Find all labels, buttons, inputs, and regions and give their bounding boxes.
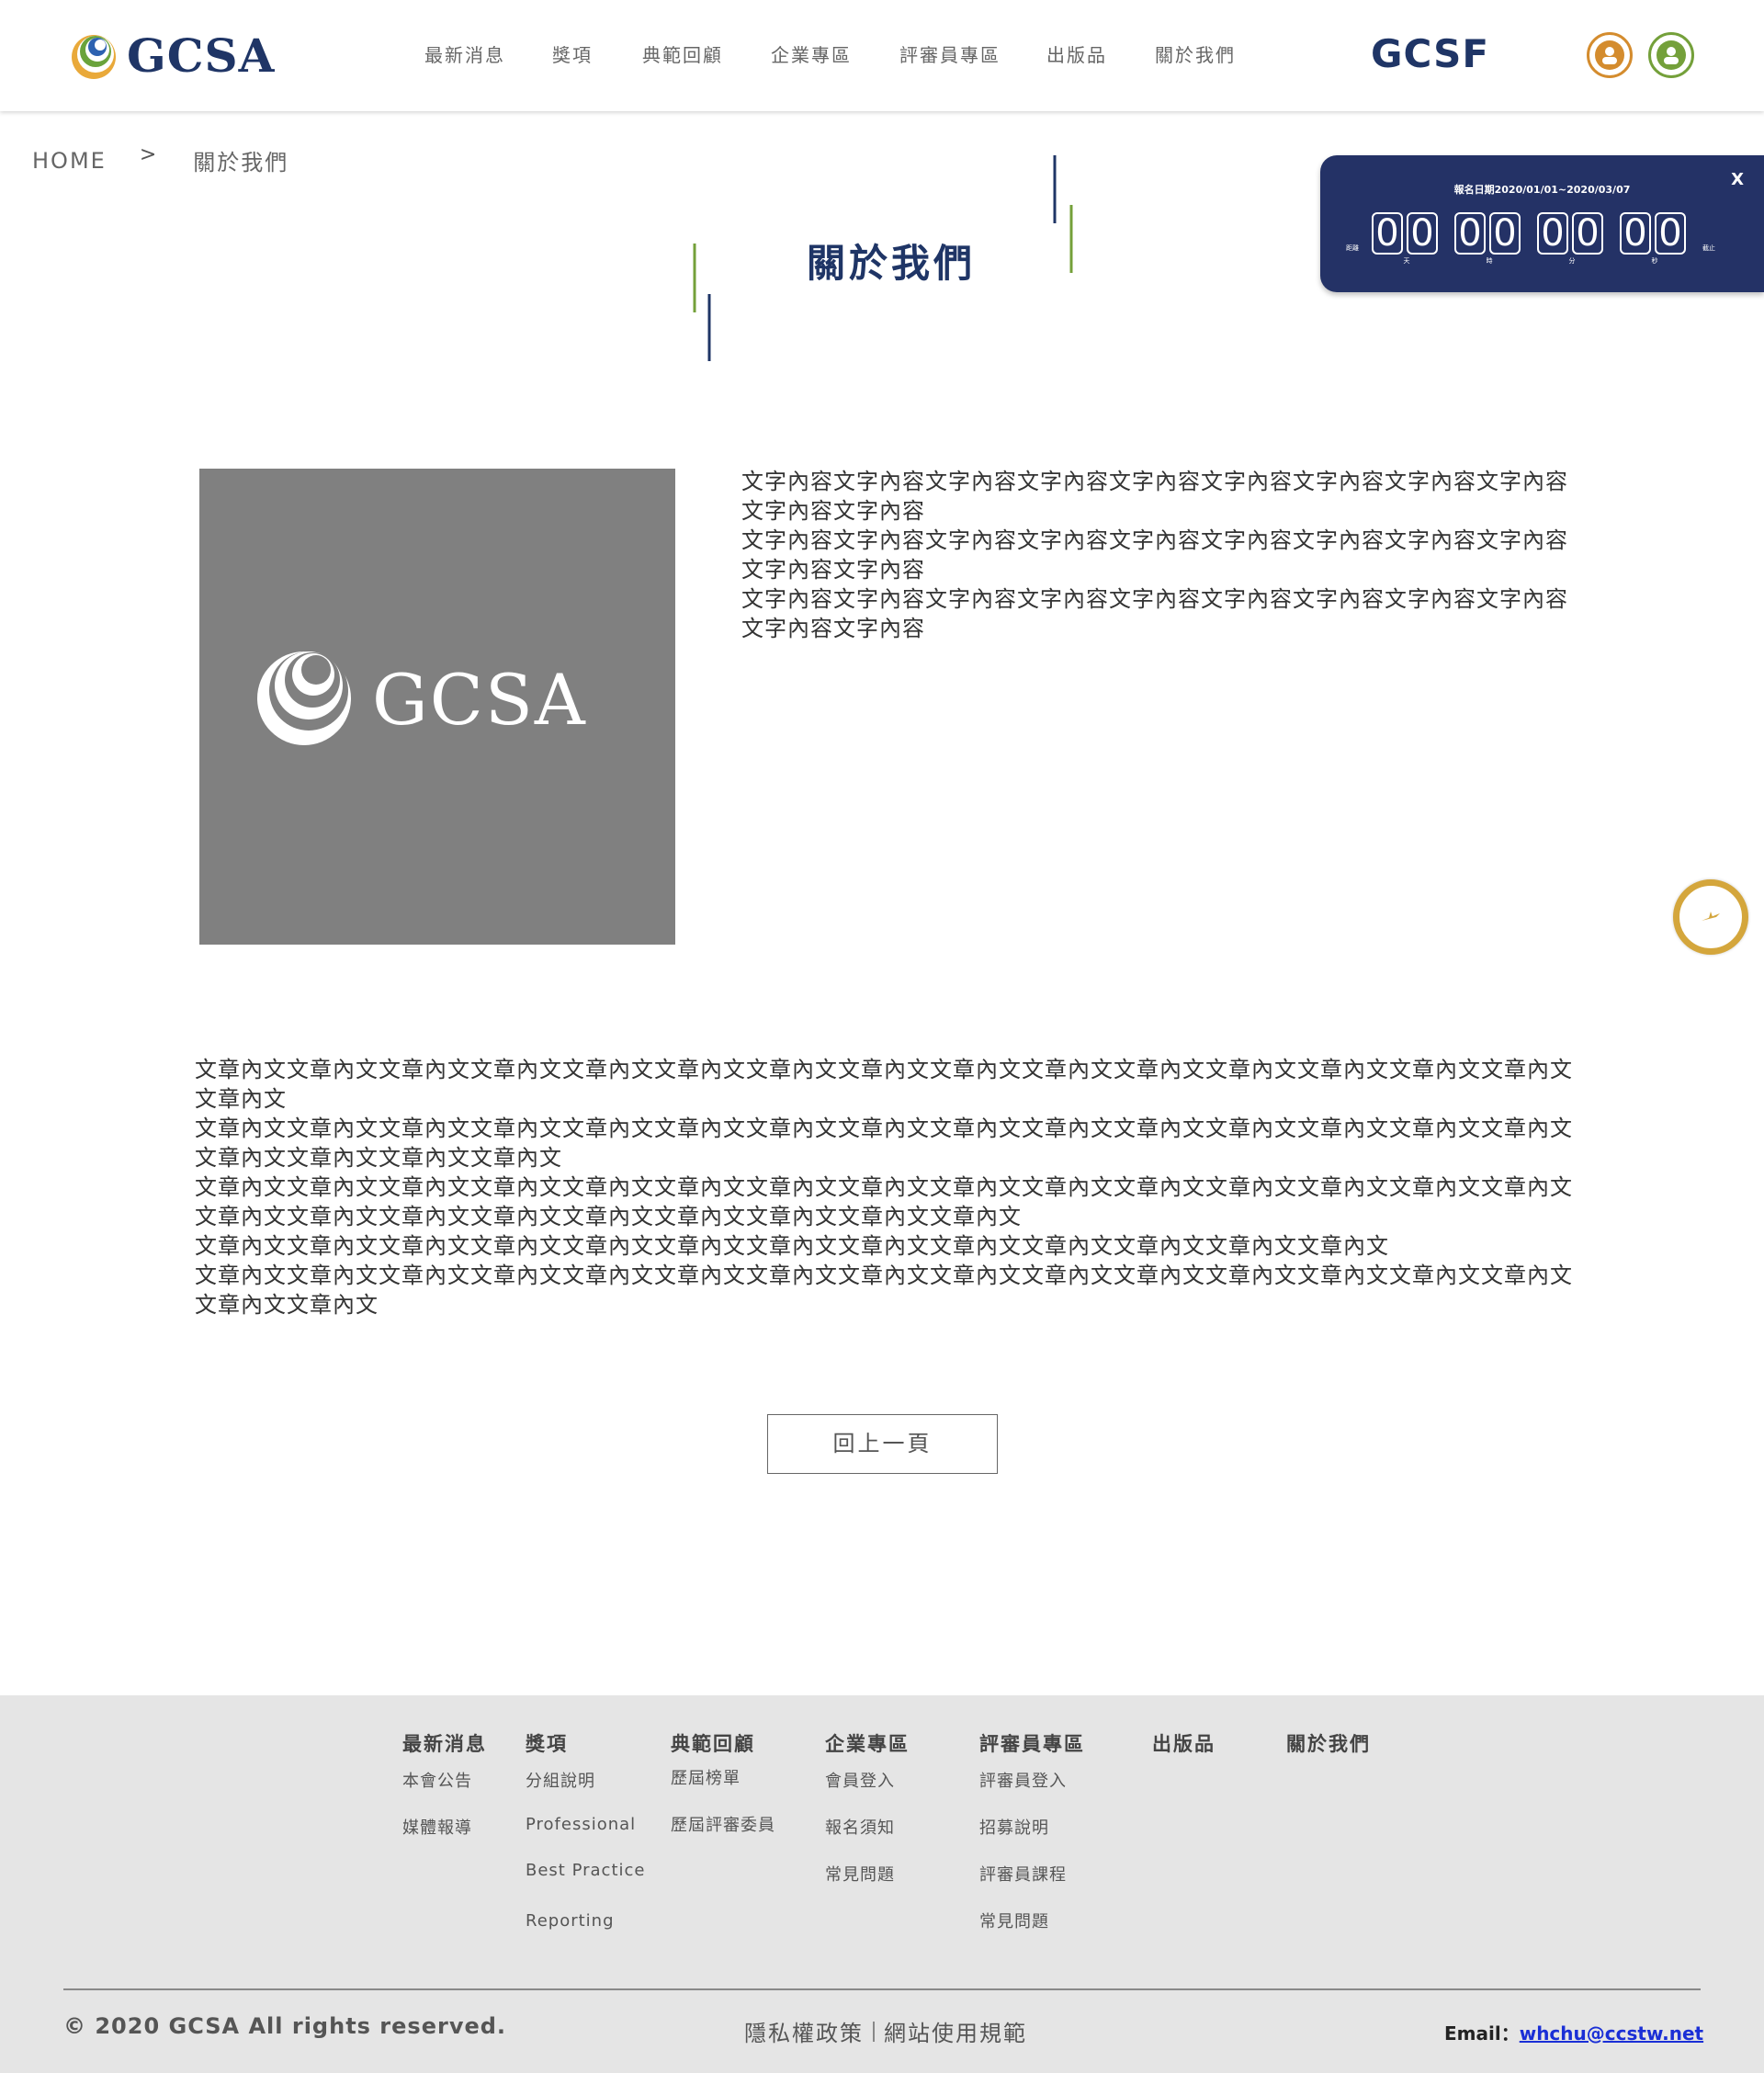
intro-text: 文字內容文字內容文字內容文字內容文字內容文字內容文字內容文字內容文字內容文字內容… — [741, 467, 1568, 643]
breadcrumb-separator: > — [139, 143, 157, 166]
article-paragraph: 文章內文文章內文文章內文文章內文文章內文文章內文文章內文文章內文文章內文文章內文… — [195, 1174, 1573, 1229]
article-paragraph: 文章內文文章內文文章內文文章內文文章內文文章內文文章內文文章內文文章內文文章內文… — [195, 1116, 1573, 1171]
footer-link[interactable]: 分組說明 — [526, 1768, 595, 1792]
footer-column-news: 最新消息 本會公告 媒體報導 — [402, 1729, 487, 1838]
countdown-hours: 0 0 時 — [1454, 212, 1524, 266]
logo-text: GCSA — [127, 28, 276, 83]
countdown-unit: 秒 — [1651, 257, 1658, 265]
nav-item-judges[interactable]: 評審員專區 — [899, 40, 1046, 67]
floating-action-button[interactable] — [1673, 879, 1748, 955]
nav-item-enterprise[interactable]: 企業專區 — [771, 40, 899, 67]
countdown-days: 0 0 天 — [1372, 212, 1442, 266]
email-label: Email： — [1444, 2022, 1520, 2045]
footer-link[interactable]: Reporting — [526, 1911, 615, 1931]
footer-heading[interactable]: 典範回顧 — [671, 1729, 755, 1757]
policy-links: 隱私權政策 網站使用規範 — [744, 2015, 1027, 2047]
footer-heading[interactable]: 企業專區 — [825, 1729, 910, 1757]
member-login-button[interactable] — [1587, 32, 1633, 78]
nav-item-news[interactable]: 最新消息 — [424, 40, 552, 67]
policy-divider — [873, 2021, 875, 2042]
countdown-digit: 0 — [1537, 212, 1568, 255]
footer-link[interactable]: 常見問題 — [825, 1862, 895, 1886]
countdown-digit: 0 — [1454, 212, 1486, 255]
gcsf-link[interactable]: GCSF — [1371, 31, 1489, 76]
breadcrumb-current: 關於我們 — [193, 150, 289, 176]
footer-column-enterprise: 企業專區 會員登入 報名須知 常見問題 — [825, 1729, 910, 1885]
countdown-unit: 時 — [1486, 257, 1493, 265]
footer-link[interactable]: 會員登入 — [825, 1768, 895, 1792]
back-button[interactable]: 回上一頁 — [767, 1414, 998, 1474]
footer-divider — [63, 1988, 1701, 1990]
countdown-close-button[interactable]: X — [1731, 170, 1744, 189]
footer-column-about: 關於我們 — [1286, 1729, 1371, 1757]
privacy-policy-link[interactable]: 隱私權政策 — [744, 2015, 864, 2047]
nav-item-about[interactable]: 關於我們 — [1155, 40, 1236, 67]
footer-link[interactable]: 招募說明 — [979, 1815, 1049, 1839]
footer-link[interactable]: 評審員課程 — [979, 1862, 1067, 1886]
footer-link[interactable]: 報名須知 — [825, 1815, 895, 1839]
nav-item-awards[interactable]: 獎項 — [552, 40, 642, 67]
countdown-digit: 0 — [1620, 212, 1651, 255]
footer-column-review: 典範回顧 歷屆榜單 歷屆評審委員 — [671, 1729, 775, 1835]
footer-link[interactable]: 歷屆榜單 — [671, 1765, 741, 1789]
user-icon — [1657, 40, 1686, 70]
gcsa-logo-icon — [72, 35, 116, 79]
copyright: © 2020 GCSA All rights reserved. — [63, 2013, 507, 2039]
site-footer: 最新消息 本會公告 媒體報導 獎項 分組說明 Professional Best… — [0, 1695, 1764, 2073]
footer-heading[interactable]: 出版品 — [1152, 1729, 1216, 1757]
hero-logo-text: GCSA — [372, 659, 587, 741]
footer-link[interactable]: 常見問題 — [979, 1909, 1049, 1932]
site-logo[interactable]: GCSA — [70, 28, 275, 83]
nav-item-publications[interactable]: 出版品 — [1046, 40, 1155, 67]
footer-link[interactable]: 歷屆評審委員 — [671, 1812, 775, 1836]
footer-heading[interactable]: 最新消息 — [402, 1729, 487, 1757]
footer-heading[interactable]: 評審員專區 — [979, 1729, 1085, 1757]
nav-item-review[interactable]: 典範回顧 — [642, 40, 771, 67]
registration-countdown: 報名日期2020/01/01~2020/03/07 X 距離 0 0 天 0 0… — [1320, 155, 1764, 292]
countdown-digit: 0 — [1407, 212, 1438, 255]
site-header: GCSA 最新消息 獎項 典範回顧 企業專區 評審員專區 出版品 關於我們 GC… — [0, 0, 1764, 111]
email-link[interactable]: whchu@ccstw.net — [1520, 2022, 1703, 2045]
countdown-unit: 天 — [1403, 257, 1410, 265]
countdown-right-label: 截止 — [1702, 244, 1715, 252]
plane-icon — [1702, 912, 1720, 921]
breadcrumb: HOME > 關於我們 — [32, 143, 289, 176]
article-paragraph: 文章內文文章內文文章內文文章內文文章內文文章內文文章內文文章內文文章內文文章內文… — [195, 1233, 1389, 1259]
footer-heading[interactable]: 關於我們 — [1286, 1729, 1371, 1757]
footer-link[interactable]: 評審員登入 — [979, 1768, 1067, 1792]
countdown-timer: 距離 0 0 天 0 0 時 0 0 分 0 0 秒 截止 — [1346, 212, 1715, 266]
footer-link[interactable]: 本會公告 — [402, 1768, 472, 1792]
countdown-digit: 0 — [1489, 212, 1521, 255]
intro-paragraph: 文字內容文字內容文字內容文字內容文字內容文字內容文字內容文字內容文字內容文字內容… — [741, 527, 1568, 583]
countdown-seconds: 0 0 秒 — [1620, 212, 1690, 266]
footer-column-publications: 出版品 — [1152, 1729, 1216, 1757]
about-image: GCSA — [199, 469, 675, 945]
breadcrumb-home[interactable]: HOME — [32, 148, 107, 174]
footer-column-awards: 獎項 分組說明 Professional Best Practice Repor… — [526, 1729, 644, 1931]
countdown-unit: 分 — [1568, 257, 1576, 265]
user-icon — [1595, 40, 1624, 70]
intro-paragraph: 文字內容文字內容文字內容文字內容文字內容文字內容文字內容文字內容文字內容文字內容… — [741, 469, 1568, 524]
footer-column-judges: 評審員專區 評審員登入 招募說明 評審員課程 常見問題 — [979, 1729, 1085, 1931]
countdown-date-range: 報名日期2020/01/01~2020/03/07 — [1453, 184, 1631, 196]
footer-link[interactable]: Professional — [526, 1815, 636, 1834]
footer-heading[interactable]: 獎項 — [526, 1729, 568, 1757]
article-paragraph: 文章內文文章內文文章內文文章內文文章內文文章內文文章內文文章內文文章內文文章內文… — [195, 1263, 1573, 1318]
article-text: 文章內文文章內文文章內文文章內文文章內文文章內文文章內文文章內文文章內文文章內文… — [195, 1055, 1573, 1320]
countdown-minutes: 0 0 分 — [1537, 212, 1607, 266]
terms-of-use-link[interactable]: 網站使用規範 — [884, 2015, 1027, 2047]
footer-link[interactable]: 媒體報導 — [402, 1815, 472, 1839]
countdown-digit: 0 — [1372, 212, 1403, 255]
countdown-digit: 0 — [1655, 212, 1686, 255]
footer-link[interactable]: Best Practice — [526, 1861, 645, 1880]
page-title: 關於我們 — [807, 241, 977, 286]
page-title-block: 關於我們 — [570, 152, 1194, 363]
countdown-digit: 0 — [1572, 212, 1603, 255]
countdown-left-label: 距離 — [1346, 244, 1359, 252]
judge-login-button[interactable] — [1648, 32, 1694, 78]
intro-paragraph: 文字內容文字內容文字內容文字內容文字內容文字內容文字內容文字內容文字內容文字內容… — [741, 586, 1568, 641]
article-paragraph: 文章內文文章內文文章內文文章內文文章內文文章內文文章內文文章內文文章內文文章內文… — [195, 1057, 1573, 1112]
main-nav: 最新消息 獎項 典範回顧 企業專區 評審員專區 出版品 關於我們 — [424, 40, 1236, 67]
contact-email: Email：whchu@ccstw.net — [1444, 2019, 1703, 2045]
